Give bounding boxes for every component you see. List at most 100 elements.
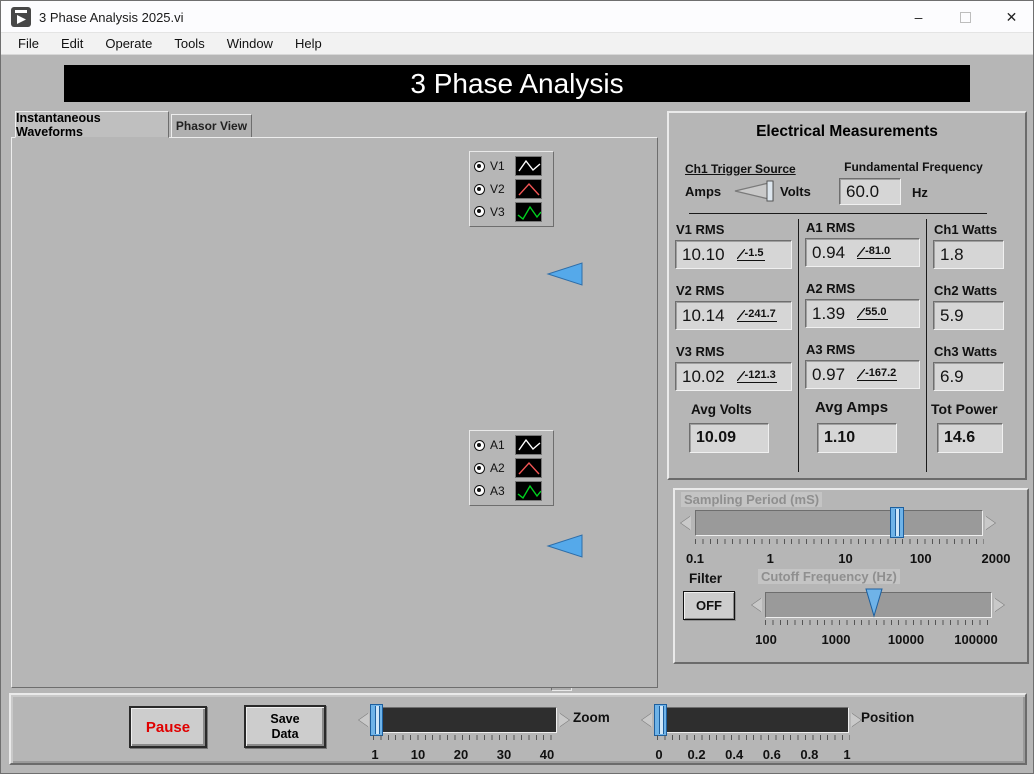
a3-line-sample-icon[interactable] [515, 481, 542, 501]
a1-radio-icon[interactable] [474, 440, 485, 451]
legend-label: A2 [490, 461, 510, 475]
a1-rms-label: A1 RMS [806, 220, 855, 235]
pause-button[interactable]: Pause [129, 706, 207, 748]
a2-rms-value: 1.39 55.0 [805, 299, 920, 328]
legend-label: V1 [490, 159, 510, 173]
maximize-button[interactable] [943, 1, 988, 33]
minimize-button[interactable]: – [896, 1, 941, 33]
window-title: 3 Phase Analysis 2025.vi [39, 10, 184, 25]
legend-label: V3 [490, 205, 510, 219]
legend-item-v2: V2 [474, 178, 549, 201]
a3-radio-icon[interactable] [474, 485, 485, 496]
voltage-legend: V1 V2 V3 [469, 151, 554, 227]
legend-item-a2: A2 [474, 457, 549, 480]
a2-line-sample-icon[interactable] [515, 458, 542, 478]
filter-button[interactable]: OFF [683, 591, 735, 620]
v2-rms-value: 10.14 -241.7 [675, 301, 792, 330]
v3-rms-label: V3 RMS [676, 344, 724, 359]
fundamental-frequency-label: Fundamental Frequency [816, 160, 1011, 174]
v2-rms-label: V2 RMS [676, 283, 724, 298]
menu-item[interactable]: File [9, 34, 48, 53]
angle-icon: -1.5 [737, 248, 765, 261]
menu-item[interactable]: Help [286, 34, 331, 53]
tot-power-value: 14.6 [937, 423, 1003, 453]
v1-line-sample-icon[interactable] [515, 156, 542, 176]
cutoff-frequency-label: Cutoff Frequency (Hz) [758, 569, 900, 584]
a3-rms-value: 0.97 -167.2 [805, 360, 920, 389]
close-button[interactable]: ✕ [989, 1, 1034, 33]
angle-icon: -241.7 [737, 309, 777, 322]
angle-icon: -81.0 [857, 246, 891, 259]
a2-rms-label: A2 RMS [806, 281, 855, 296]
v2-line-sample-icon[interactable] [515, 179, 542, 199]
fundamental-frequency-field[interactable]: 60.0 [839, 178, 901, 205]
position-left-arrow-icon[interactable] [642, 713, 652, 727]
app-window: 3 Phase Analysis 2025.vi – ✕ FileEditOpe… [0, 0, 1034, 774]
menu-item[interactable]: Edit [52, 34, 92, 53]
banner: 3 Phase Analysis [64, 65, 970, 102]
zoom-right-arrow-icon[interactable] [559, 713, 569, 727]
title-bar: 3 Phase Analysis 2025.vi – ✕ [1, 1, 1034, 33]
sampling-right-arrow-icon[interactable] [985, 516, 995, 530]
zoom-left-arrow-icon[interactable] [359, 713, 369, 727]
zoom-slider[interactable] [373, 707, 557, 733]
tab-instantaneous-waveforms[interactable]: Instantaneous Waveforms [15, 111, 169, 138]
a1-line-sample-icon[interactable] [515, 435, 542, 455]
angle-icon: 55.0 [857, 307, 887, 320]
current-legend: A1 A2 A3 [469, 430, 554, 506]
v3-line-sample-icon[interactable] [515, 202, 542, 222]
sampling-left-arrow-icon[interactable] [681, 516, 691, 530]
tab-phasor-view[interactable]: Phasor View [171, 114, 252, 138]
angle-icon: -121.3 [737, 370, 777, 383]
maximize-icon [960, 12, 971, 23]
voltage-trigger-cursor-icon[interactable] [546, 261, 584, 287]
v1-rms-label: V1 RMS [676, 222, 724, 237]
legend-label: A3 [490, 484, 510, 498]
legend-label: V2 [490, 182, 510, 196]
legend-item-a1: A1 [474, 434, 549, 457]
frequency-unit-label: Hz [912, 185, 928, 200]
divider [689, 213, 987, 214]
position-handle[interactable] [654, 704, 667, 736]
position-slider[interactable] [657, 707, 849, 733]
sampling-slider[interactable] [695, 510, 983, 536]
avg-volts-value: 10.09 [689, 423, 769, 453]
save-data-button[interactable]: Save Data [244, 705, 326, 748]
legend-item-v1: V1 [474, 155, 549, 178]
tot-power-label: Tot Power [931, 401, 998, 417]
ch2-watts-value: 5.9 [933, 301, 1004, 330]
position-label: Position [861, 710, 914, 725]
zoom-label: Zoom [573, 710, 610, 725]
current-trigger-cursor-icon[interactable] [546, 533, 584, 559]
filter-label: Filter [689, 571, 722, 586]
a2-radio-icon[interactable] [474, 463, 485, 474]
ch1-watts-label: Ch1 Watts [934, 222, 997, 237]
sampling-handle[interactable] [890, 507, 904, 538]
v1-rms-value: 10.10 -1.5 [675, 240, 792, 269]
avg-volts-label: Avg Volts [691, 402, 752, 417]
cutoff-left-arrow-icon[interactable] [752, 598, 762, 612]
divider [926, 219, 927, 472]
zoom-handle[interactable] [370, 704, 383, 736]
position-right-arrow-icon[interactable] [851, 713, 861, 727]
v1-radio-icon[interactable] [474, 161, 485, 172]
tab-page [11, 137, 658, 688]
cutoff-right-arrow-icon[interactable] [994, 598, 1004, 612]
avg-amps-label: Avg Amps [815, 399, 888, 416]
page-title: 3 Phase Analysis [410, 68, 623, 100]
v3-radio-icon[interactable] [474, 206, 485, 217]
trigger-source-switch-icon[interactable] [728, 179, 776, 203]
sampling-tick-ruler [695, 539, 984, 544]
labview-app-icon [11, 7, 31, 27]
v2-radio-icon[interactable] [474, 184, 485, 195]
cutoff-tick-ruler [765, 620, 992, 625]
trigger-source-amps-label: Amps [685, 184, 721, 199]
a1-rms-value: 0.94 -81.0 [805, 238, 920, 267]
cutoff-handle-icon[interactable] [865, 588, 883, 618]
menu-item[interactable]: Window [218, 34, 282, 53]
menu-item[interactable]: Tools [165, 34, 213, 53]
divider [798, 219, 799, 472]
menu-bar: FileEditOperateTools WindowHelp [1, 33, 1034, 55]
ch3-watts-label: Ch3 Watts [934, 344, 997, 359]
menu-item[interactable]: Operate [96, 34, 161, 53]
